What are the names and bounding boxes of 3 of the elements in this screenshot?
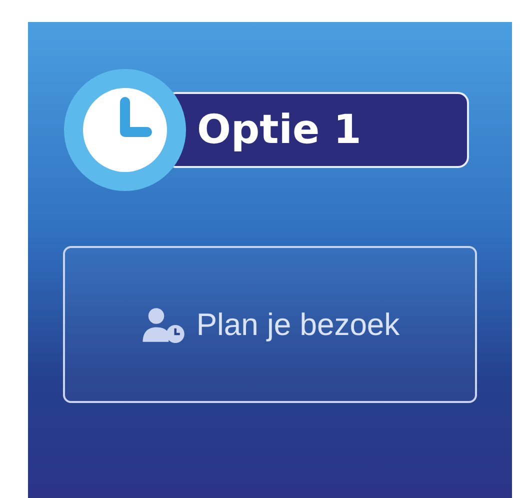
- plan-visit-button[interactable]: Plan je bezoek: [63, 246, 477, 403]
- person-clock-icon: [140, 306, 186, 342]
- clock-icon: [63, 68, 187, 192]
